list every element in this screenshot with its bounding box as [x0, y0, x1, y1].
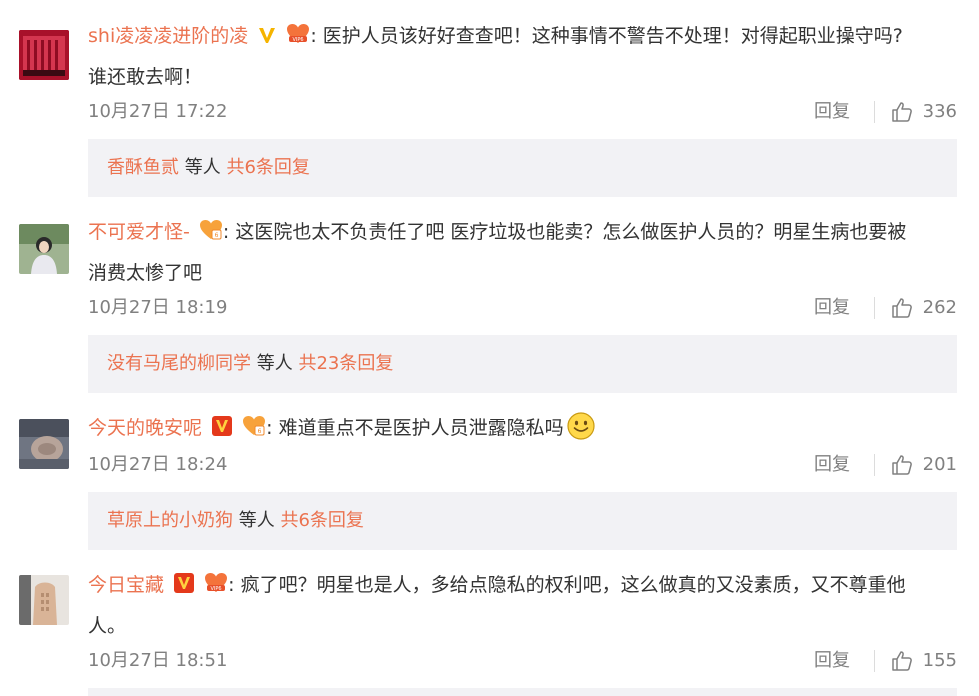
username-link[interactable]: 不可爱才怪- [88, 221, 190, 243]
fan-crown-icon: 6 [242, 412, 266, 450]
svg-text:VIP6: VIP6 [293, 37, 304, 43]
timestamp: 10月27日 18:19 [88, 297, 228, 318]
replies-others: 等人 [251, 353, 299, 374]
replies-summary-partial[interactable] [88, 688, 957, 696]
comment-text: 人。 [88, 615, 127, 637]
like-count: 262 [922, 297, 957, 318]
reply-button[interactable]: 回复 [814, 451, 850, 479]
comment-body: 今日宝藏 VIP6 : 疯了吧？明星也是人，多给点隐私的权利吧，这么做真的又没素… [88, 566, 957, 645]
timestamp: 10月27日 18:24 [88, 454, 228, 475]
like-count: 155 [922, 650, 957, 671]
comment-text: 谁还敢去啊！ [88, 66, 203, 88]
vip-heart-icon: VIP6 [286, 20, 310, 58]
comment-text: 医护人员该好好查查吧！这种事情不警告不处理！对得起职业操守吗? [322, 25, 903, 47]
smile-emoji-icon [566, 411, 596, 454]
like-button[interactable]: 201 [891, 451, 957, 479]
reply-author[interactable]: 草原上的小奶狗 [107, 510, 233, 531]
username-link[interactable]: shi凌凌凌进阶的凌 [88, 25, 248, 47]
avatar[interactable] [19, 419, 69, 469]
replies-count-link[interactable]: 共6条回复 [280, 510, 363, 531]
replies-summary[interactable]: 草原上的小奶狗 等人 共6条回复 [88, 492, 957, 550]
avatar[interactable] [19, 224, 69, 274]
comment-text: 难道重点不是医护人员泄露隐私吗 [278, 417, 564, 439]
colon: : [228, 574, 235, 596]
replies-others: 等人 [233, 510, 281, 531]
comment-body: 今天的晚安呢 6 : 难道重点不是医护人员泄露隐私吗 [88, 409, 957, 454]
timestamp: 10月27日 17:22 [88, 101, 228, 122]
comment-meta: 10月27日 18:51 回复 155 [88, 647, 957, 675]
svg-text:6: 6 [214, 232, 218, 239]
reply-button[interactable]: 回复 [814, 294, 850, 322]
like-count: 336 [922, 101, 957, 122]
like-button[interactable]: 262 [891, 294, 957, 322]
verified-orange-icon [173, 569, 195, 607]
svg-text:VIP6: VIP6 [211, 586, 222, 592]
colon: : [222, 221, 230, 243]
reply-author[interactable]: 没有马尾的柳同学 [107, 353, 251, 374]
svg-text:6: 6 [258, 428, 262, 435]
divider [874, 297, 875, 319]
verified-orange-icon [211, 412, 233, 450]
comment-meta: 10月27日 18:19 回复 262 [88, 294, 957, 322]
username-link[interactable]: 今日宝藏 [88, 574, 164, 596]
vip-heart-icon: VIP6 [204, 569, 228, 607]
comment-body: shi凌凌凌进阶的凌 VIP6 : 医护人员该好好查查吧！这种事情不警告不处理！… [88, 17, 957, 96]
verified-yellow-icon [257, 20, 277, 58]
thumbs-up-icon [891, 102, 912, 122]
avatar[interactable] [19, 575, 69, 625]
replies-summary[interactable]: 没有马尾的柳同学 等人 共23条回复 [88, 335, 957, 393]
like-button[interactable]: 155 [891, 647, 957, 675]
like-count: 201 [922, 454, 957, 475]
replies-count-link[interactable]: 共23条回复 [298, 353, 393, 374]
thumbs-up-icon [891, 298, 912, 318]
comment-text: 消费太惨了吧 [88, 262, 203, 284]
username-link[interactable]: 今天的晚安呢 [88, 417, 202, 439]
reply-button[interactable]: 回复 [814, 647, 850, 675]
comment-text: 疯了吧？明星也是人，多给点隐私的权利吧，这么做真的又没素质，又不尊重他 [240, 574, 906, 596]
avatar[interactable] [19, 30, 69, 80]
comment-text: 这医院也太不负责任了吧 医疗垃圾也能卖？怎么做医护人员的？明星生病也要被 [235, 221, 907, 243]
fan-crown-icon: 6 [199, 216, 223, 254]
thumbs-up-icon [891, 651, 912, 671]
timestamp: 10月27日 18:51 [88, 650, 228, 671]
divider [874, 454, 875, 476]
divider [874, 101, 875, 123]
comment-meta: 10月27日 17:22 回复 336 [88, 98, 957, 126]
replies-summary[interactable]: 香酥鱼贰 等人 共6条回复 [88, 139, 957, 197]
reply-button[interactable]: 回复 [814, 98, 850, 126]
reply-author[interactable]: 香酥鱼贰 [107, 157, 179, 178]
colon: : [266, 417, 273, 439]
comment-body: 不可爱才怪- 6 : 这医院也太不负责任了吧 医疗垃圾也能卖？怎么做医护人员的？… [88, 213, 957, 292]
comment-meta: 10月27日 18:24 回复 201 [88, 451, 957, 479]
replies-others: 等人 [179, 157, 227, 178]
like-button[interactable]: 336 [891, 98, 957, 126]
thumbs-up-icon [891, 455, 912, 475]
replies-count-link[interactable]: 共6条回复 [226, 157, 309, 178]
divider [874, 650, 875, 672]
colon: : [310, 25, 317, 47]
